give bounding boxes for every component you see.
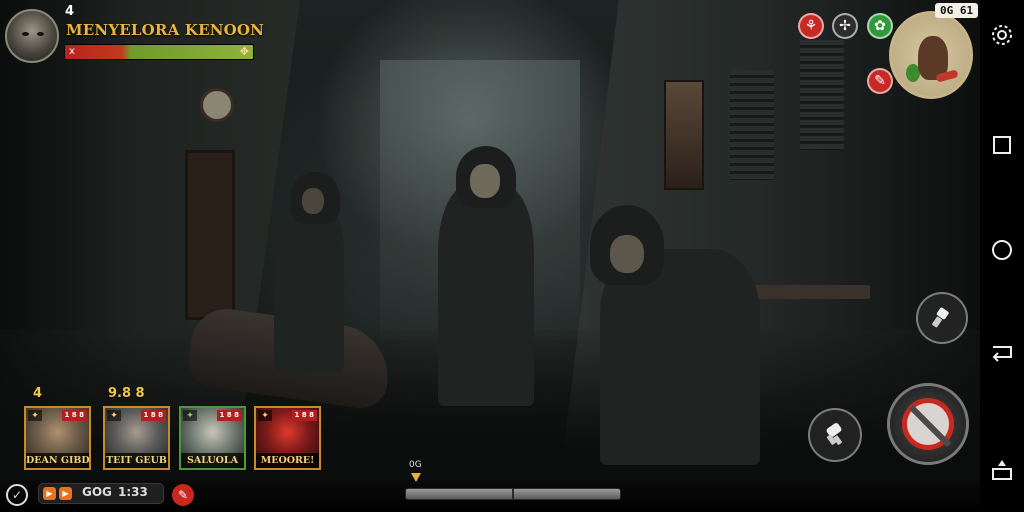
hooded-figure-right	[580, 205, 770, 465]
card-name: DEAN GIBDIE	[26, 453, 90, 468]
health-bar-fill	[65, 45, 253, 59]
home-icon[interactable]	[980, 235, 1024, 265]
window-shutter	[730, 70, 774, 180]
clock-readout: 0G 61	[935, 3, 979, 18]
team-label-2: 9.8 8	[108, 386, 145, 401]
flashlight-icon	[932, 307, 949, 328]
card-badge: 1 8 8	[140, 410, 166, 421]
player-name: MENYELORA KENOON	[66, 21, 265, 39]
settings-gear-icon[interactable]	[980, 20, 1024, 50]
wooden-door	[185, 150, 235, 320]
team-card-1[interactable]: ✦ 1 8 8 DEAN GIBDIE	[24, 406, 91, 470]
orange-status-icon: ▶	[59, 487, 72, 500]
crossed-tools-icon[interactable]: ✢	[832, 13, 858, 39]
player-level: 4	[65, 4, 75, 19]
team-label-1: 4	[33, 386, 43, 401]
progress-bar	[405, 488, 621, 500]
card-name: TEIT GEUB	[105, 453, 168, 468]
weapon-icon: ✦	[258, 410, 272, 421]
green-herb-icon[interactable]: ✿	[867, 13, 893, 39]
team-card-2[interactable]: ✦ 1 8 8 TEIT GEUB	[103, 406, 170, 470]
window-shutter	[800, 40, 844, 150]
torn-poster	[664, 80, 704, 190]
card-name: MEOORE!	[256, 453, 319, 468]
menu-icon[interactable]: ✓	[6, 484, 28, 506]
progress-divider	[512, 489, 514, 499]
back-icon[interactable]	[980, 338, 1024, 368]
wall-clock	[200, 88, 234, 122]
progress-marker	[411, 473, 421, 482]
hooded-figure-center	[432, 146, 542, 406]
alert-icon[interactable]: ✎	[172, 484, 194, 506]
close-icon: x	[69, 46, 75, 57]
card-name: SALUOLA	[181, 453, 244, 468]
card-badge: 1 8 8	[291, 410, 317, 421]
attack-button[interactable]	[887, 383, 969, 465]
status-time: 1:33	[118, 485, 148, 499]
no-entry-icon	[902, 398, 954, 450]
hooded-figure-left	[268, 172, 358, 372]
team-card-4[interactable]: ✦ 1 8 8 MEOORE!	[254, 406, 321, 470]
status-label: GOG	[82, 485, 112, 499]
share-icon[interactable]	[980, 455, 1024, 485]
red-blade-icon[interactable]: ✎	[867, 68, 893, 94]
health-bar: x ✥	[64, 44, 254, 60]
progress-label: 0G	[409, 460, 422, 470]
orange-status-icon: ▶	[43, 487, 56, 500]
hand-icon	[826, 423, 842, 445]
minimap[interactable]	[889, 11, 973, 99]
flashlight-button[interactable]	[916, 292, 968, 344]
weapon-icon: ✦	[183, 410, 197, 421]
weapon-icon: ✦	[107, 410, 121, 421]
status-effect-icon: ✥	[239, 45, 249, 58]
recent-apps-icon[interactable]	[980, 130, 1024, 160]
weapon-icon: ✦	[28, 410, 42, 421]
system-nav-bar	[980, 0, 1024, 512]
interact-button[interactable]	[808, 408, 862, 462]
card-badge: 1 8 8	[216, 410, 242, 421]
card-badge: 1 8 8	[61, 410, 87, 421]
player-avatar[interactable]	[5, 9, 59, 63]
red-spear-icon[interactable]: ⚘	[798, 13, 824, 39]
team-card-3[interactable]: ✦ 1 8 8 SALUOLA	[179, 406, 246, 470]
